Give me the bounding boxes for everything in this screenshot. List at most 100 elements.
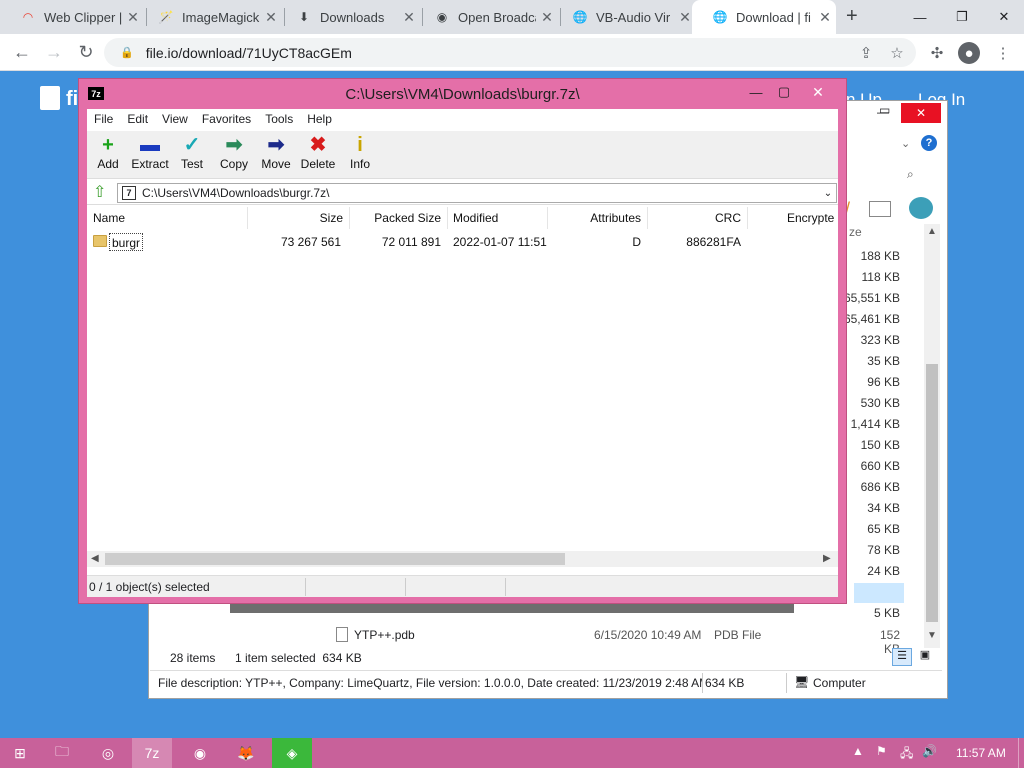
toolbar-label: Extract xyxy=(131,157,169,171)
scroll-left-icon[interactable]: ◀ xyxy=(91,553,99,564)
archive-icon: 7 xyxy=(122,186,136,200)
windows-taskbar: ⊞ 🗀 ◎ 7z ◉ 🦊 ◈ ▲ ⚑ 🖧 🔊 11:57 AM xyxy=(0,738,1024,768)
copy-icon: ➡ xyxy=(225,134,243,156)
download-icon: ⬇ xyxy=(298,10,310,24)
row-modified: 2022-01-07 11:51 xyxy=(453,235,547,249)
toolbar-label: Info xyxy=(349,157,370,171)
info-button[interactable]: i Info xyxy=(339,133,381,177)
close-icon[interactable]: ✕ xyxy=(901,103,941,123)
details-view-icon[interactable]: ☰ xyxy=(892,648,912,666)
delete-button[interactable]: ✖ Delete xyxy=(297,133,339,177)
path-combobox[interactable]: 7 C:\Users\VM4\Downloads\burgr.7z\ ⌄ xyxy=(117,183,837,203)
column-encrypted[interactable]: Encrypte xyxy=(787,207,834,229)
flag-icon[interactable]: ⚑ xyxy=(876,744,887,758)
clock-time[interactable]: 11:57 AM xyxy=(956,746,1006,760)
menu-help[interactable]: Help xyxy=(300,112,339,126)
large-icons-view-icon[interactable]: ▣ xyxy=(916,648,934,666)
share-icon[interactable]: ⇪ xyxy=(855,42,877,64)
file-list: Name Size Packed Size Modified Attribute… xyxy=(87,207,838,625)
new-tab-button[interactable]: + xyxy=(846,5,858,28)
add-button[interactable]: + Add xyxy=(87,133,129,177)
test-button[interactable]: ✓ Test xyxy=(171,133,213,177)
forward-arrow-icon[interactable]: → xyxy=(42,40,66,64)
minimize-icon[interactable]: — xyxy=(900,0,940,34)
vertical-scrollbar[interactable]: ▲ ▼ xyxy=(924,224,940,648)
show-desktop-button[interactable] xyxy=(1018,738,1024,768)
restore-icon[interactable]: ❐ xyxy=(942,0,982,34)
tab-obs[interactable]: ◉ Open Broadca ✕ xyxy=(414,0,558,34)
menu-kebab-icon[interactable]: ⋮ xyxy=(992,42,1014,64)
profile-icon[interactable]: ● xyxy=(958,42,980,64)
globe-icon: 🌐 xyxy=(572,10,588,24)
volume-icon[interactable]: 🔊 xyxy=(922,744,937,758)
close-icon[interactable]: ✕ xyxy=(795,81,841,103)
divider xyxy=(702,673,703,693)
file-explorer-icon[interactable]: 🗀 xyxy=(42,738,82,768)
menu-tools[interactable]: Tools xyxy=(258,112,300,126)
back-arrow-icon[interactable]: ← xyxy=(10,40,34,64)
help-icon[interactable]: ? xyxy=(921,135,937,151)
reload-icon[interactable]: ↻ xyxy=(74,40,98,64)
menu-favorites[interactable]: Favorites xyxy=(195,112,258,126)
tab-vb-audio[interactable]: 🌐 VB-Audio Vir ✕ xyxy=(552,0,696,34)
7zip-title-bar[interactable]: 7z C:\Users\VM4\Downloads\burgr.7z\ — ▢ … xyxy=(79,79,846,109)
scrollbar-thumb[interactable] xyxy=(926,364,938,622)
column-crc[interactable]: CRC xyxy=(647,207,741,229)
menu-edit[interactable]: Edit xyxy=(120,112,155,126)
chevron-down-icon[interactable]: ⌄ xyxy=(901,137,910,150)
app-icon[interactable]: ◈ xyxy=(272,738,312,768)
horizontal-scrollbar[interactable]: ◀ ▶ xyxy=(87,551,838,567)
toolbar: + Add ▬ Extract ✓ Test ➡ Copy ➡ Move ✖ Delete i Info xyxy=(87,131,838,179)
tab-file-io[interactable]: 🌐 Download | fi ✕ xyxy=(692,0,836,34)
size-cell: 660 KB xyxy=(860,459,900,473)
row-name[interactable]: burgr xyxy=(109,233,144,251)
extensions-icon[interactable]: ✣ xyxy=(926,42,948,64)
7zip-taskbar-icon[interactable]: 7z xyxy=(132,738,172,768)
scroll-down-icon[interactable]: ▼ xyxy=(927,630,937,641)
column-packed-size[interactable]: Packed Size xyxy=(349,207,441,229)
divider xyxy=(786,673,787,693)
column-name[interactable]: Name xyxy=(93,207,125,229)
column-divider xyxy=(447,207,448,229)
size-cell: 686 KB xyxy=(860,480,900,494)
network-icon[interactable]: 🖧 xyxy=(900,744,913,765)
search-icon[interactable]: ⌕ xyxy=(907,167,914,182)
start-windows-icon[interactable]: ⊞ xyxy=(0,738,40,768)
details-size: 634 KB xyxy=(705,676,745,690)
move-button[interactable]: ➡ Move xyxy=(255,133,297,177)
tab-downloads[interactable]: ⬇ Downloads ✕ xyxy=(276,0,420,34)
scrollbar-thumb[interactable] xyxy=(105,553,565,565)
computer-label: Computer xyxy=(813,676,866,690)
wand-icon: 🪄 xyxy=(158,10,174,24)
tab-label: ImageMagick xyxy=(182,9,260,25)
details-pane: File description: YTP++, Company: LimeQu… xyxy=(150,670,942,694)
url-field[interactable]: 🔒 file.io/download/71UyCT8acGEm xyxy=(104,38,916,67)
copy-button[interactable]: ➡ Copy xyxy=(213,133,255,177)
tab-label: Download | fi xyxy=(736,9,811,25)
scroll-up-icon[interactable]: ▲ xyxy=(927,226,937,237)
column-attributes[interactable]: Attributes xyxy=(547,207,641,229)
menu-file[interactable]: File xyxy=(87,112,120,126)
chevron-down-icon[interactable]: ⌄ xyxy=(820,188,836,199)
bookmark-star-icon[interactable]: ☆ xyxy=(886,42,908,64)
obs-icon[interactable]: ◉ xyxy=(180,738,220,768)
up-folder-icon[interactable]: ⇧ xyxy=(93,184,109,202)
firefox-icon[interactable]: 🦊 xyxy=(226,738,266,768)
tab-web-clipper[interactable]: ◠ Web Clipper | ✕ xyxy=(0,0,144,34)
size-cell: 5 KB xyxy=(873,606,900,620)
extract-button[interactable]: ▬ Extract xyxy=(129,133,171,177)
tray-chevron-up-icon[interactable]: ▲ xyxy=(852,744,864,758)
close-icon[interactable]: ✕ xyxy=(814,9,836,26)
tab-imagemagick[interactable]: 🪄 ImageMagick ✕ xyxy=(138,0,282,34)
close-window-icon[interactable]: ✕ xyxy=(984,0,1024,34)
minimize-icon[interactable]: — xyxy=(741,81,771,103)
column-size[interactable]: Size xyxy=(247,207,343,229)
chrome-icon[interactable]: ◎ xyxy=(88,738,128,768)
menu-view[interactable]: View xyxy=(155,112,195,126)
window-icon[interactable] xyxy=(869,201,891,217)
browser-tab-strip: ◠ Web Clipper | ✕ 🪄 ImageMagick ✕ ⬇ Down… xyxy=(0,0,1024,34)
maximize-icon[interactable]: ▭ xyxy=(879,103,890,117)
scroll-right-icon[interactable]: ▶ xyxy=(823,553,831,564)
file-name[interactable]: YTP++.pdb xyxy=(354,628,415,642)
column-modified[interactable]: Modified xyxy=(453,207,498,229)
